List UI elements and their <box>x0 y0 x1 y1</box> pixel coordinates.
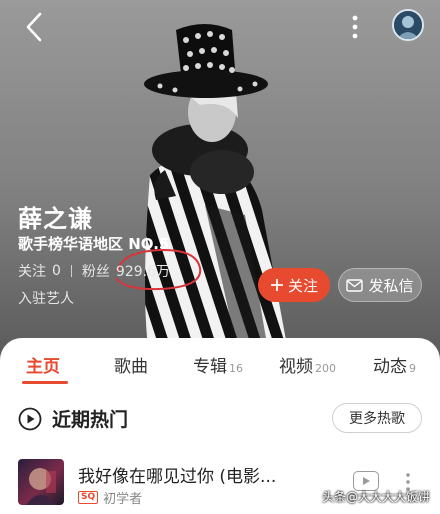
tab-home-label: 主页 <box>26 357 60 377</box>
more-hot-songs-button[interactable]: 更多热歌 <box>332 403 422 433</box>
stats-divider <box>70 265 72 277</box>
back-button[interactable] <box>20 10 50 44</box>
tab-home[interactable]: 主页 <box>26 352 60 377</box>
avatar-image <box>394 11 422 39</box>
vertical-dots-icon <box>352 15 358 39</box>
watermark: 头条@大大大大饭饼 <box>322 490 431 504</box>
active-tab-indicator <box>22 381 68 384</box>
song-album: 初学者 <box>103 492 143 507</box>
song-cover <box>18 459 64 505</box>
artist-stats: 关注 0 粉丝 929.6万 <box>18 261 170 281</box>
message-button[interactable]: 发私信 <box>338 268 422 302</box>
following-count: 0 <box>52 263 61 279</box>
play-icon <box>363 477 370 485</box>
fans-count: 929.6万 <box>115 264 171 280</box>
fans-label: 粉丝 <box>81 264 110 280</box>
tab-songs[interactable]: 歌曲 <box>114 352 148 377</box>
follow-button[interactable]: 关注 <box>258 268 330 302</box>
resident-badge: 入驻艺人 <box>18 291 74 307</box>
chevron-left-icon <box>26 12 42 42</box>
plus-icon <box>270 279 283 291</box>
artist-rank[interactable]: 歌手榜华语地区 NO.5 <box>18 233 169 254</box>
tab-albums[interactable]: 专辑 16 <box>193 352 243 377</box>
artist-hero: 薛之谦 歌手榜华语地区 NO.5 关注 0 粉丝 929.6万 入驻艺人 关注 … <box>0 0 440 362</box>
tab-feed-count: 9 <box>409 362 416 375</box>
artist-name: 薛之谦 <box>18 205 93 233</box>
play-circle-icon[interactable] <box>18 407 42 431</box>
tab-albums-label: 专辑 <box>193 357 227 377</box>
tab-songs-label: 歌曲 <box>114 357 148 377</box>
tab-albums-count: 16 <box>229 362 243 375</box>
cover-image <box>26 468 56 505</box>
user-avatar[interactable] <box>392 9 424 41</box>
tab-videos-label: 视频 <box>279 357 313 377</box>
envelope-icon <box>346 278 364 292</box>
more-options-button[interactable] <box>346 10 364 44</box>
tab-bar: 主页 歌曲 专辑 16 视频 200 动态 9 <box>0 338 440 384</box>
follow-label: 关注 <box>287 276 318 295</box>
tab-videos-count: 200 <box>315 362 336 375</box>
song-title: 我好像在哪见过你 (电影... <box>78 467 277 487</box>
sq-badge: SQ <box>78 491 99 504</box>
tab-videos[interactable]: 视频 200 <box>279 352 336 377</box>
tab-feed-label: 动态 <box>373 357 407 377</box>
tab-feed[interactable]: 动态 9 <box>373 352 416 377</box>
section-header: 近期热门 <box>18 405 128 432</box>
message-label: 发私信 <box>368 276 414 295</box>
section-title: 近期热门 <box>52 409 129 431</box>
following-label: 关注 <box>18 264 46 280</box>
song-meta: SQ 初学者 <box>78 488 142 507</box>
